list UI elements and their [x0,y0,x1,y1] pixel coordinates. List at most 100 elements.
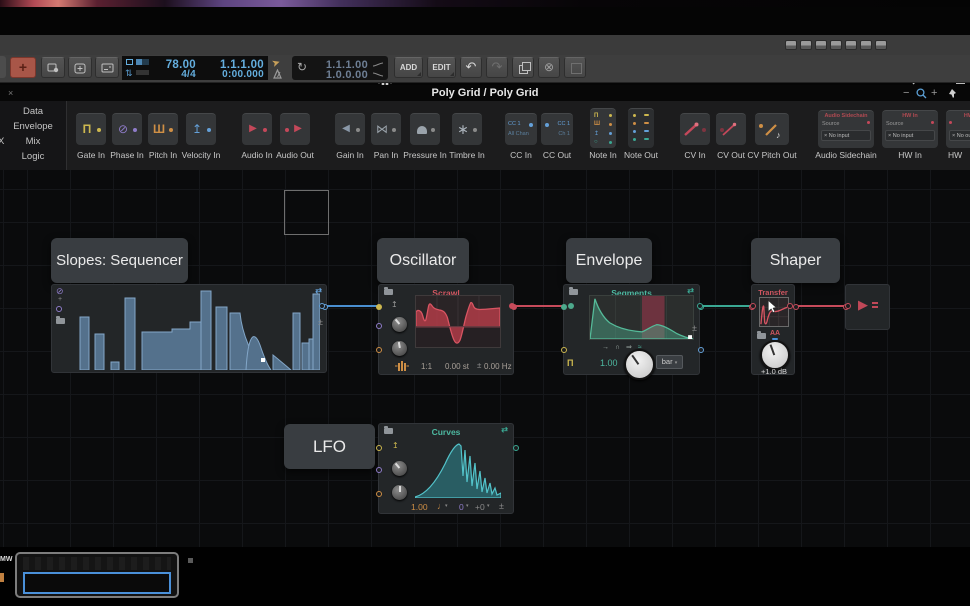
add-track-button[interactable]: + [10,57,36,78]
depth-knob[interactable] [392,485,407,500]
pitch-offset[interactable]: 0 [459,502,464,512]
slopes-step-display[interactable] [66,289,320,370]
plugin-window-preview[interactable] [15,552,179,598]
zoom-fit-icon[interactable] [916,88,927,99]
preset-folder-icon[interactable] [56,316,65,324]
loop-length[interactable]: 1.0.0.00 [310,69,368,81]
module-scrawl[interactable]: Scrawl ↥ 1:1 0.00 st ± 0.00 Hz [376,284,517,375]
unit-select[interactable]: bar ▾ [656,355,683,369]
time-signature[interactable]: 4/4 [150,69,196,80]
wire-endpoint[interactable] [750,303,756,309]
fine-offset[interactable]: +0 [475,502,485,512]
zoom-in-button[interactable]: + [931,85,937,101]
rate-knob[interactable] [624,349,655,380]
hz-value[interactable]: 0.00 Hz [484,362,512,371]
save-button[interactable] [564,57,586,78]
wire-endpoint[interactable] [697,303,703,309]
fine-knob[interactable] [392,341,407,356]
rate-value[interactable]: 1.00 [600,358,618,368]
loop-icon[interactable]: ↻ [297,60,307,74]
wire-endpoint[interactable] [845,303,851,309]
copy-button[interactable] [512,57,534,78]
spread-icon[interactable] [395,361,409,372]
category-envelope[interactable]: Envelope [0,121,66,132]
transfer-curve-display[interactable] [759,297,789,327]
category-data[interactable]: Data [0,106,66,117]
aux-output-port[interactable] [698,347,704,353]
pitch-mode-icon[interactable]: ↥ [391,300,398,309]
preview-selected-region[interactable] [23,572,171,594]
add-module-button[interactable]: ADD [394,57,423,78]
antialias-label[interactable]: AA [770,330,780,337]
module-audio-out[interactable]: ▶ [843,284,890,330]
preset-folder-icon[interactable] [384,287,393,295]
trigger-input-port[interactable] [561,304,567,310]
fade-icon[interactable] [372,72,384,77]
metronome-icon[interactable] [272,69,283,79]
grid-canvas[interactable]: Slopes: Sequencer Oscillator Envelope Sh… [0,170,970,547]
category-mix[interactable]: Mix [0,136,66,147]
category-edge-label[interactable]: X [0,136,4,147]
source-select[interactable]: × No out [949,130,970,141]
add-input-icon[interactable]: + [58,296,62,303]
undo-button[interactable]: ↶ [460,57,482,78]
module-slopes[interactable]: ⊘ + ⇄ ± [51,284,328,373]
gate-input-port[interactable] [561,347,567,353]
mod-input-port[interactable] [376,467,382,473]
wire-envelope-to-shaper[interactable] [700,305,753,307]
playhead-time[interactable]: 0:00.000 [202,69,264,80]
gain-value[interactable]: +1.0 dB [752,367,796,376]
rate-value[interactable]: 1.00 [411,502,428,512]
mod-knob[interactable] [392,317,407,332]
scale-icon[interactable]: ± [318,317,323,327]
semitone-value[interactable]: 0.00 st [445,362,469,371]
preset-folder-icon[interactable] [384,426,393,434]
mod-knob[interactable] [392,461,407,476]
mod-input-port[interactable] [376,323,382,329]
module-segments[interactable]: Segments ⇄ →∩⇒≈ 1.00 bar ▾ Π ± [561,284,704,380]
wire-endpoint[interactable] [509,303,515,309]
preset-folder-icon[interactable] [569,287,578,295]
gain-knob[interactable] [760,338,790,370]
layout-button[interactable] [41,57,65,78]
scrawl-wave-display[interactable] [415,295,501,348]
edge-button[interactable] [0,56,6,78]
add-device-button[interactable] [68,57,92,78]
source-select[interactable]: × No input [885,130,935,141]
transfer-output-port[interactable] [793,304,799,310]
scale-icon[interactable]: ± [692,323,697,333]
empty-cell-selection[interactable] [284,190,329,235]
category-logic[interactable]: Logic [0,151,66,162]
zoom-out-button[interactable]: − [903,85,909,101]
wire-slopes-to-oscillator[interactable] [322,305,382,307]
panel-toggle-button[interactable] [875,40,887,50]
module-curves[interactable]: Curves ⇄ ↥ 1.00 ♩ ▾ 0 ▾ +0 ▾ ± [376,423,519,514]
shuffle-icon[interactable]: ⇅ [125,67,133,79]
wire-endpoint[interactable] [568,303,574,309]
source-select[interactable]: × No input [821,130,871,141]
preset-folder-icon[interactable] [757,331,766,339]
delete-button[interactable]: ⊗ [538,57,560,78]
panel-toggle-button[interactable] [830,40,842,50]
scale-icon[interactable]: ± [499,501,504,511]
panel-toggle-button[interactable] [815,40,827,50]
redo-button[interactable]: ↷ [486,57,508,78]
curves-output-port[interactable] [513,445,519,451]
panel-toggle-button[interactable] [800,40,812,50]
phase-port[interactable] [56,306,62,312]
edit-module-button[interactable]: EDIT [427,57,456,78]
phase-input-port[interactable] [376,304,382,310]
segments-envelope-display[interactable] [589,295,694,340]
phase-input-port[interactable] [376,445,382,451]
depth-input-port[interactable] [376,491,382,497]
wire-endpoint[interactable] [319,303,325,309]
panel-toggle-button[interactable] [785,40,797,50]
retrigger-icon[interactable]: ↥ [392,441,399,450]
module-transfer[interactable]: Transfer AA +1.0 dB [749,284,799,376]
curves-wave-display[interactable] [415,436,501,498]
panel-toggle-button[interactable] [860,40,872,50]
ratio-value[interactable]: 1:1 [421,362,432,371]
app-titlebar[interactable] [0,35,970,86]
play-mode-icon[interactable] [126,59,133,65]
pin-icon[interactable] [948,88,958,99]
